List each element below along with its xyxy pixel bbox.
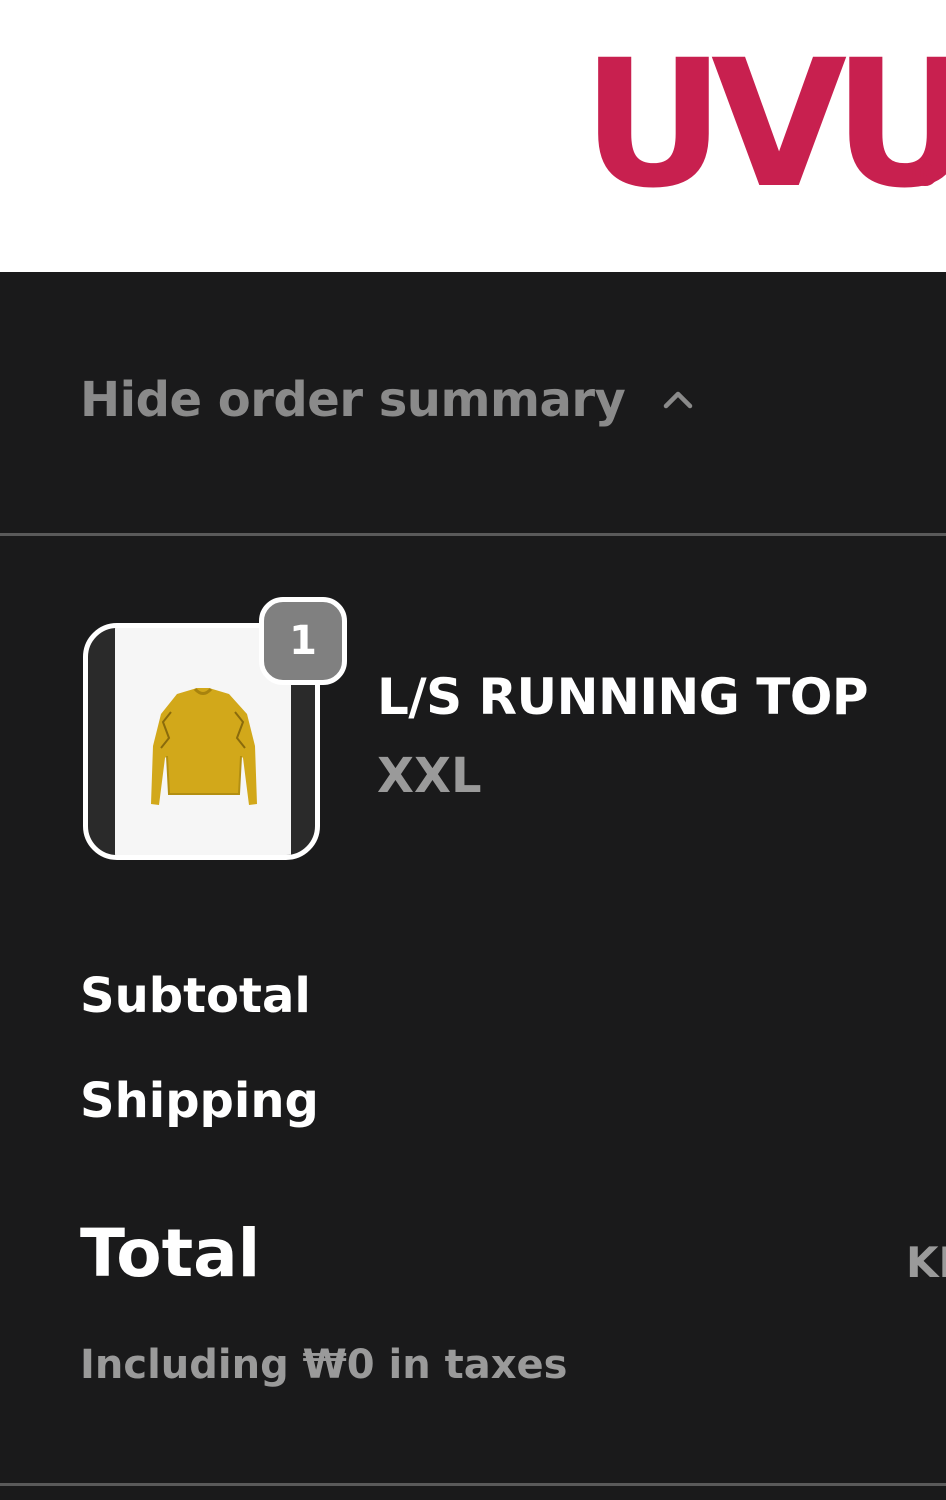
shipping-label: Shipping — [80, 1073, 319, 1129]
summary-top-divider — [0, 533, 946, 536]
summary-bottom-divider — [0, 1483, 946, 1486]
header: UVU R — [0, 0, 946, 272]
chevron-up-icon — [663, 385, 693, 415]
quantity-badge: 1 — [259, 597, 347, 685]
subtotal-label: Subtotal — [80, 968, 311, 1024]
order-summary-toggle-label: Hide order summary — [80, 372, 626, 428]
currency-code: KF — [906, 1238, 946, 1287]
product-name: L/S RUNNING TOP — [377, 668, 869, 726]
hide-order-summary-toggle[interactable]: Hide order summary — [80, 365, 693, 435]
brand-logo[interactable]: UVU — [582, 37, 946, 213]
tax-note: Including ₩0 in taxes — [80, 1342, 568, 1388]
registered-mark: R — [912, 160, 938, 186]
product-variant: XXL — [377, 748, 482, 804]
total-label: Total — [80, 1215, 261, 1292]
